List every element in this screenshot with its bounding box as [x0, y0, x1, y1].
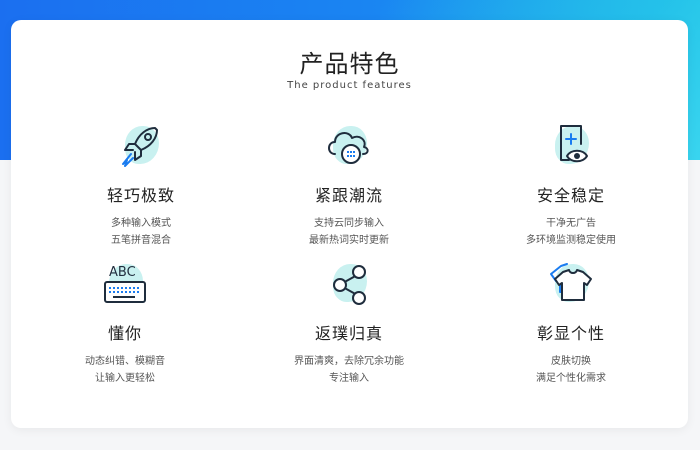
feature-desc-line: 皮肤切换 [551, 356, 591, 367]
secure-document-icon [560, 125, 588, 163]
tshirt-icon [550, 263, 592, 301]
feature-desc-line: 动态纠错、模糊音 [85, 356, 165, 367]
feature-name: 安全稳定 [536, 186, 605, 205]
cloud-sync-icon [328, 132, 369, 164]
feature-item: 紧跟潮流 支持云同步输入 最新热词实时更新 [249, 120, 449, 249]
feature-desc-line: 支持云同步输入 [314, 218, 384, 229]
feature-name: 返璞归真 [314, 324, 383, 343]
feature-item: 轻巧极致 多种输入模式 五笔拼音混合 [41, 120, 241, 249]
feature-desc-line: 多环境监测稳定使用 [526, 235, 616, 246]
keyboard-icon: ABC [104, 265, 146, 303]
feature-desc-line: 五笔拼音混合 [111, 235, 171, 246]
keyboard-icon-label: ABC [109, 265, 136, 280]
rocket-icon [122, 127, 158, 167]
features-card: 产品特色 The product features 轻巧极致 多种输入模式 五笔… [11, 20, 688, 428]
feature-desc-line: 多种输入模式 [111, 218, 171, 229]
feature-desc-line: 专注输入 [329, 373, 369, 384]
feature-name: 紧跟潮流 [314, 186, 383, 205]
feature-desc-line: 满足个性化需求 [536, 373, 606, 384]
feature-name: 彰显个性 [536, 324, 605, 343]
feature-name: 轻巧极致 [106, 186, 175, 205]
feature-desc-line: 界面清爽，去除冗余功能 [294, 356, 404, 367]
feature-desc-line: 干净无广告 [546, 218, 596, 229]
section-subtitle: The product features [287, 80, 412, 91]
share-icon [333, 265, 366, 305]
feature-item: 返璞归真 界面清爽，去除冗余功能 专注输入 [249, 258, 449, 387]
feature-desc-line: 让输入更轻松 [95, 373, 155, 384]
feature-item: 安全稳定 干净无广告 多环境监测稳定使用 [471, 120, 671, 249]
feature-desc-line: 最新热词实时更新 [309, 235, 389, 246]
section-title: 产品特色 [299, 50, 400, 78]
feature-item: 彰显个性 皮肤切换 满足个性化需求 [471, 258, 671, 387]
feature-name: 懂你 [107, 324, 142, 343]
feature-item: ABC 懂你 动态纠错、模糊音 让输入更轻松 [25, 258, 225, 387]
